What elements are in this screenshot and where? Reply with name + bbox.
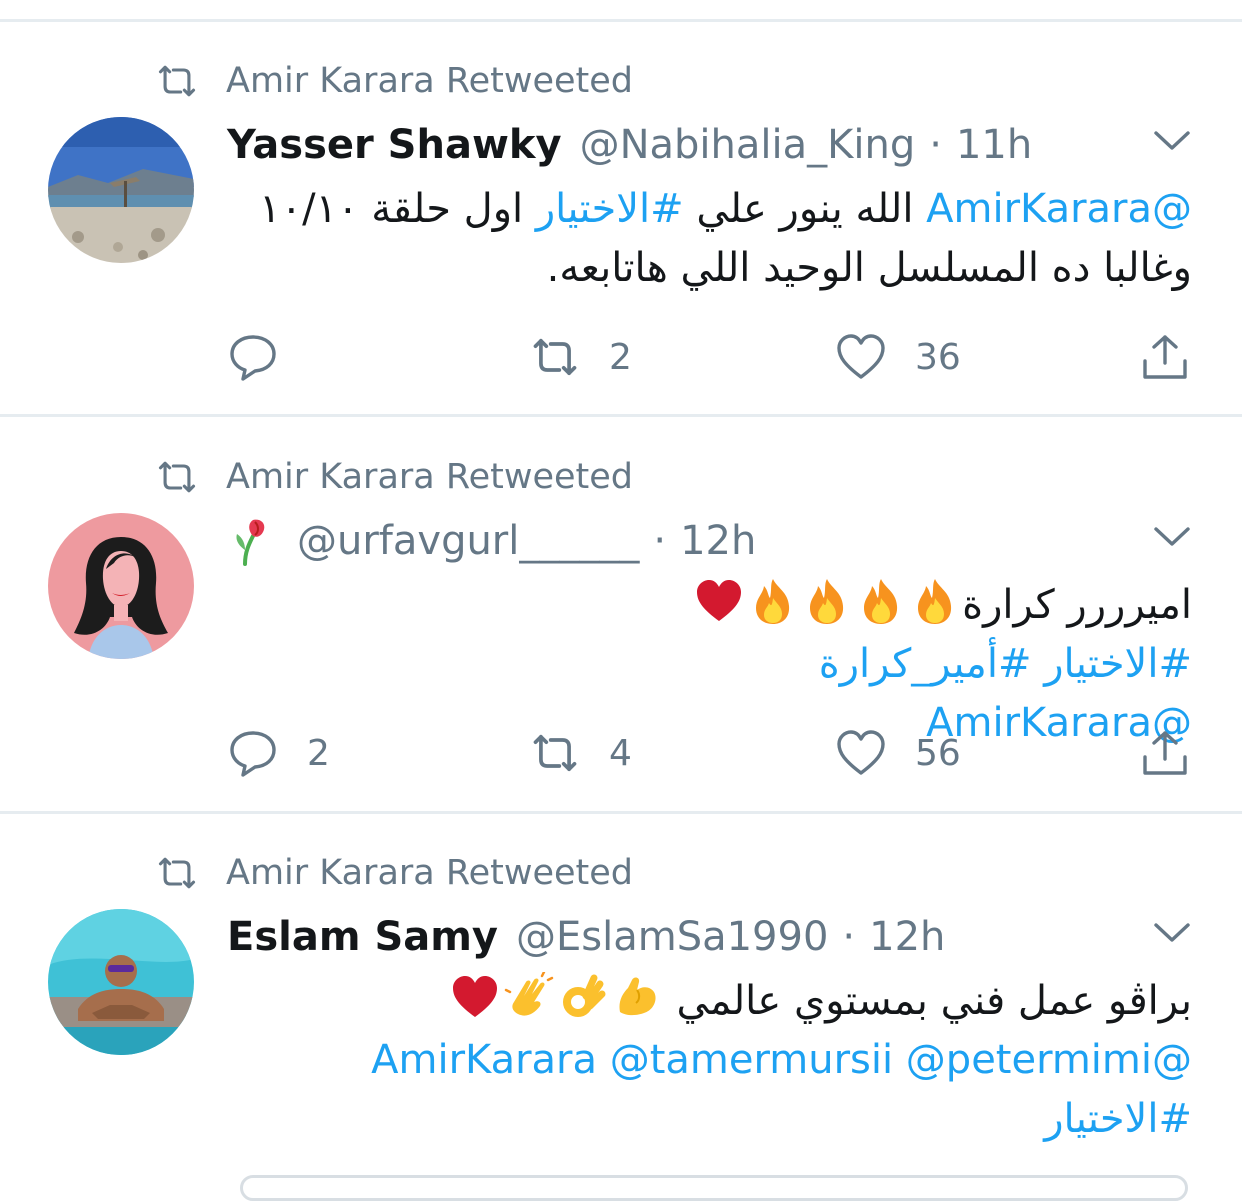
display-name[interactable]: Yasser Shawky [227,122,562,168]
timestamp[interactable]: 11h [956,122,1032,168]
mention-link[interactable]: @AmirKarara [926,186,1192,232]
hashtag-link[interactable]: #الاختيار [536,186,684,232]
user-handle[interactable]: @EslamSa1990 [516,914,828,960]
retweet-icon [529,331,581,383]
tweet-line: #الاختيار #أمير_كرارة [227,635,1192,694]
retweeted-by-label[interactable]: Amir Karara Retweeted [226,61,633,101]
retweet-icon [155,460,199,494]
chevron-down-icon[interactable] [1152,525,1192,549]
chevron-down-icon[interactable] [1152,129,1192,153]
fire-emoji [910,576,960,626]
like-button[interactable]: 56 [835,725,961,781]
hashtag-link[interactable]: #الاختيار [1044,641,1192,687]
flexed-biceps-emoji [612,972,662,1022]
divider [0,811,1242,814]
tweet-line: @AmirKarara @tamermursii @petermimi [227,1031,1192,1090]
avatar[interactable] [48,909,194,1055]
avatar[interactable] [48,117,194,263]
red-heart-emoji [694,576,744,626]
divider [0,19,1242,22]
separator-dot: · [653,518,667,564]
tweet-header: Yasser Shawky @Nabihalia_King · 11h [227,118,1032,172]
timestamp[interactable]: 12h [869,914,945,960]
quoted-card-edge[interactable] [240,1175,1188,1201]
fire-emoji [748,576,798,626]
reply-button[interactable]: 2 [227,725,330,781]
action-bar: 2 4 56 [227,725,1192,781]
tweet-line: وغالبا ده المسلسل الوحيد اللي هاتابعه. [546,245,1192,291]
fire-emoji [856,576,906,626]
retweeted-by-label[interactable]: Amir Karara Retweeted [226,853,633,893]
heart-icon [835,727,887,779]
display-name[interactable]: Eslam Samy [227,914,498,960]
retweet-icon [529,727,581,779]
action-bar: 2 36 [227,329,1192,385]
hashtag-link[interactable]: #أمير_كرارة [819,641,1032,687]
divider [0,414,1242,417]
heart-icon [835,331,887,383]
like-count: 56 [915,732,961,774]
tweet-line: براڤو عمل فني بمستوي عالمي [227,972,1192,1031]
like-count: 36 [915,336,961,378]
retweeted-by-label[interactable]: Amir Karara Retweeted [226,457,633,497]
tweet-header: Eslam Samy @EslamSa1990 · 12h [227,910,945,964]
ok-hand-emoji [558,972,608,1022]
chevron-down-icon[interactable] [1152,921,1192,945]
retweet-count: 4 [609,732,632,774]
tweet-text: براڤو عمل فني بمستوي عالمي @AmirKarara @… [227,972,1192,1149]
reply-icon [227,331,279,383]
share-button[interactable] [1139,329,1191,385]
tweet-text-segment: اول حلقة ١٠/١٠ [259,186,536,232]
timestamp[interactable]: 12h [680,518,756,564]
reply-icon [227,727,279,779]
red-heart-emoji [450,972,500,1022]
tweet-header: @urfavgurl______ · 12h [227,514,756,568]
retweet-button[interactable]: 4 [529,725,632,781]
tweet-text-segment: براڤو عمل فني بمستوي عالمي [676,978,1192,1024]
tweet-line: @AmirKarara الله ينور علي #الاختيار اول … [227,180,1192,239]
share-icon [1139,331,1191,383]
retweet-button[interactable]: 2 [529,329,632,385]
retweet-icon [155,856,199,890]
share-icon [1139,727,1191,779]
separator-dot: · [842,914,856,960]
separator-dot: · [929,122,942,168]
user-handle[interactable]: @urfavgurl______ [297,518,639,564]
mention-link[interactable]: @petermimi [906,1037,1152,1083]
retweeted-by-row: Amir Karara Retweeted [155,57,633,105]
tweet-line: #الاختيار [227,1090,1192,1149]
fire-emoji [802,576,852,626]
tweet-text-segment: الله ينور علي [683,186,927,232]
retweeted-by-row: Amir Karara Retweeted [155,849,633,897]
wilted-rose-emoji [227,516,277,566]
avatar[interactable] [48,513,194,659]
retweeted-by-row: Amir Karara Retweeted [155,453,633,501]
user-handle[interactable]: @Nabihalia_King [580,122,916,168]
clapping-hands-emoji [504,972,554,1022]
retweet-count: 2 [609,336,632,378]
tweet-line: اميرررر كرارة [227,576,1192,635]
share-button[interactable] [1139,725,1191,781]
reply-button[interactable] [227,329,307,385]
hashtag-link[interactable]: #الاختيار [1044,1096,1192,1142]
mention-link[interactable]: @tamermursii [610,1037,893,1083]
reply-count: 2 [307,732,330,774]
retweet-icon [155,64,199,98]
tweet-text-segment: اميرررر كرارة [962,582,1192,628]
like-button[interactable]: 36 [835,329,961,385]
tweet-text: @AmirKarara الله ينور علي #الاختيار اول … [227,180,1192,298]
